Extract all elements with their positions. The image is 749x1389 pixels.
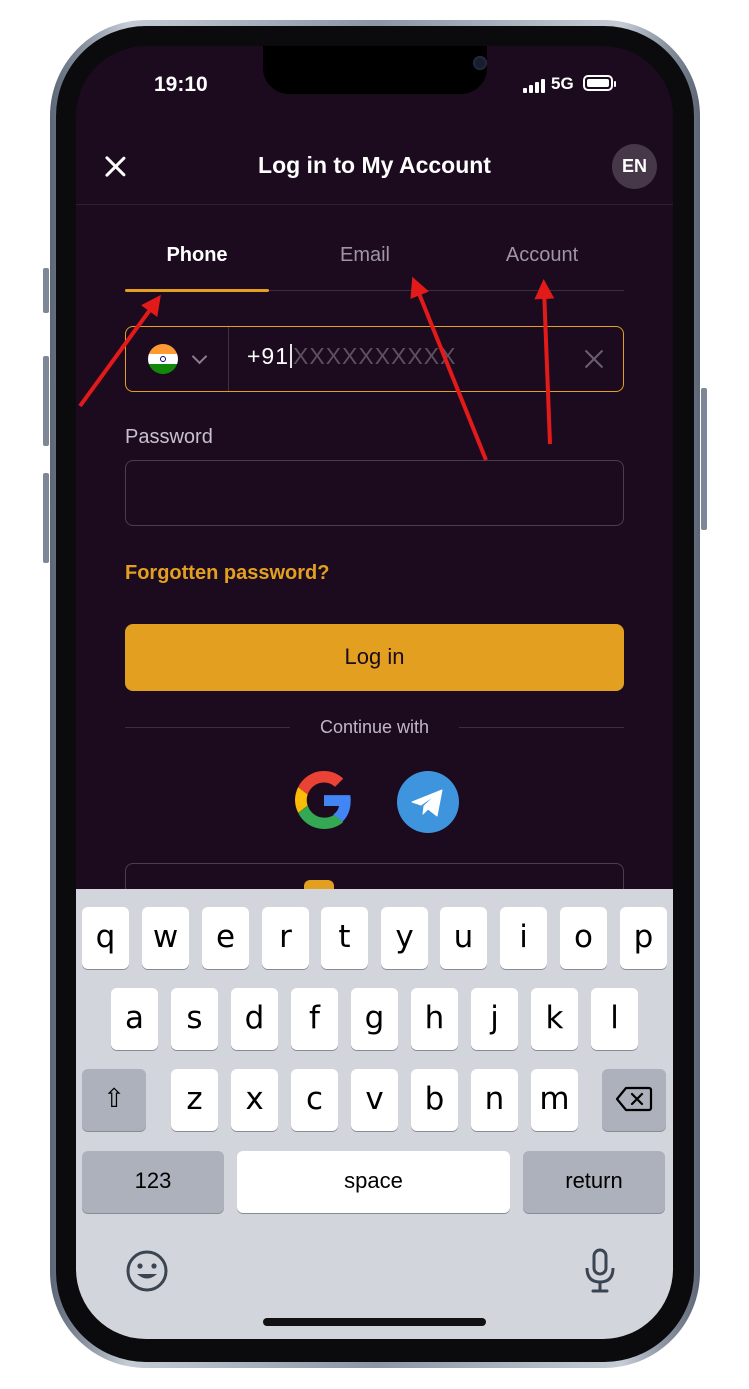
telegram-icon[interactable] [397, 771, 459, 833]
network-label: 5G [551, 74, 574, 93]
key-e[interactable]: e [202, 907, 249, 969]
delete-key[interactable] [602, 1069, 666, 1131]
login-button[interactable]: Log in [125, 624, 624, 691]
key-r[interactable]: r [262, 907, 309, 969]
status-bar: 19:10 5G [76, 46, 673, 128]
status-time: 19:10 [154, 73, 208, 96]
login-button-label: Log in [344, 644, 405, 669]
key-f[interactable]: f [291, 988, 338, 1050]
battery-icon [583, 75, 616, 91]
action-button [43, 268, 49, 313]
key-h[interactable]: h [411, 988, 458, 1050]
volume-down-button [43, 473, 49, 563]
key-n[interactable]: n [471, 1069, 518, 1131]
keyboard: q w e r t y u i o p a s d f g h j k l ⇧ … [76, 889, 673, 1339]
numbers-key[interactable]: 123 [82, 1151, 224, 1213]
page-title: Log in to My Account [258, 152, 491, 178]
password-field[interactable] [125, 460, 624, 526]
key-b[interactable]: b [411, 1069, 458, 1131]
phone-prefix: +91 [247, 343, 290, 369]
return-key[interactable]: return [523, 1151, 665, 1213]
tab-email[interactable]: Email [295, 244, 435, 267]
volume-up-button [43, 356, 49, 446]
key-j[interactable]: j [471, 988, 518, 1050]
key-y[interactable]: y [381, 907, 428, 969]
google-icon[interactable] [295, 771, 353, 829]
active-tab-indicator [125, 289, 269, 292]
key-o[interactable]: o [560, 907, 607, 969]
key-g[interactable]: g [351, 988, 398, 1050]
key-l[interactable]: l [591, 988, 638, 1050]
key-d[interactable]: d [231, 988, 278, 1050]
power-button [701, 388, 707, 530]
camera-icon [473, 56, 487, 70]
phone-field[interactable]: +91 XXXXXXXXXX [125, 326, 624, 392]
key-x[interactable]: x [231, 1069, 278, 1131]
space-key[interactable]: space [237, 1151, 510, 1213]
divider-right [459, 727, 624, 728]
backspace-icon [615, 1086, 653, 1112]
language-button[interactable]: EN [612, 144, 657, 189]
clear-icon[interactable] [583, 348, 605, 370]
tab-phone[interactable]: Phone [125, 244, 269, 267]
country-selector[interactable] [126, 327, 229, 391]
india-flag-icon [148, 344, 178, 374]
key-i[interactable]: i [500, 907, 547, 969]
signal-icon [523, 77, 545, 93]
tab-account[interactable]: Account [470, 244, 614, 267]
home-indicator [263, 1318, 486, 1326]
password-label: Password [125, 426, 213, 448]
key-u[interactable]: u [440, 907, 487, 969]
chevron-down-icon [191, 348, 208, 365]
emoji-icon[interactable] [125, 1249, 169, 1293]
key-v[interactable]: v [351, 1069, 398, 1131]
key-p[interactable]: p [620, 907, 667, 969]
shift-key[interactable]: ⇧ [82, 1069, 146, 1131]
screen: 19:10 5G Log in to My Account EN Phone E… [76, 46, 673, 1339]
key-k[interactable]: k [531, 988, 578, 1050]
key-s[interactable]: s [171, 988, 218, 1050]
header: Log in to My Account EN [76, 128, 673, 205]
key-q[interactable]: q [82, 907, 129, 969]
notch [263, 46, 487, 94]
key-a[interactable]: a [111, 988, 158, 1050]
forgot-password-link[interactable]: Forgotten password? [125, 562, 329, 585]
login-method-tabs: Phone Email Account [125, 228, 624, 292]
key-m[interactable]: m [531, 1069, 578, 1131]
key-c[interactable]: c [291, 1069, 338, 1131]
key-z[interactable]: z [171, 1069, 218, 1131]
key-w[interactable]: w [142, 907, 189, 969]
text-caret [290, 344, 293, 368]
phone-placeholder: XXXXXXXXXX [293, 343, 457, 369]
microphone-icon[interactable] [583, 1247, 617, 1295]
phone-input[interactable]: +91 XXXXXXXXXX [247, 343, 456, 370]
key-t[interactable]: t [321, 907, 368, 969]
